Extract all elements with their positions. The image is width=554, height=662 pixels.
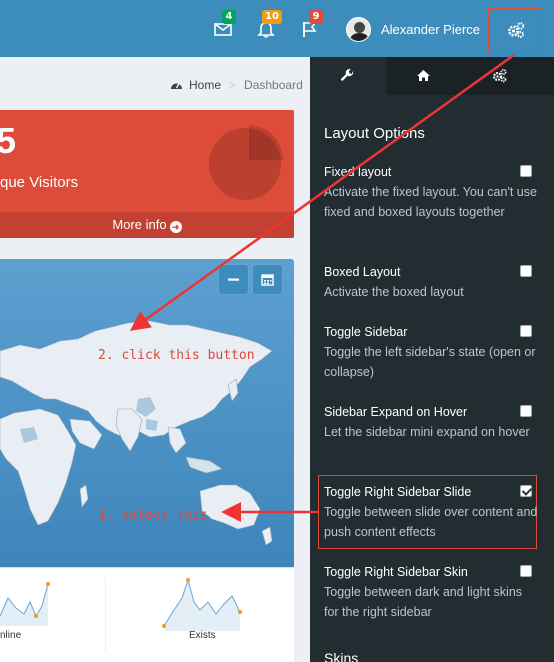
control-sidebar-toggle-button[interactable]	[488, 8, 542, 54]
option-right-sidebar-skin: Toggle Right Sidebar Skin Toggle between…	[324, 564, 539, 622]
option-boxed-layout: Boxed Layout Activate the boxed layout	[324, 264, 539, 302]
messages-badge: 4	[222, 10, 236, 24]
control-sidebar-tabs	[310, 57, 554, 95]
user-menu[interactable]: Alexander Pierce	[346, 16, 480, 42]
more-info-label: More info	[112, 217, 167, 232]
notifications-badge: 10	[262, 10, 282, 24]
option-description: Activate the boxed layout	[324, 285, 464, 299]
tab-options[interactable]	[310, 57, 386, 95]
visitors-count: 5	[0, 120, 17, 161]
option-description: Toggle between dark and light skins for …	[324, 585, 523, 619]
option-label: Fixed layout	[324, 165, 392, 179]
option-description: Toggle the left sidebar's state (open or…	[324, 345, 536, 379]
annotation-step1: 1. select this	[98, 508, 208, 523]
skins-heading: Skins	[324, 650, 359, 662]
fixed-layout-checkbox[interactable]	[520, 165, 532, 177]
sparkline-divider	[105, 578, 106, 653]
arrow-circle-right-icon: ➜	[169, 221, 182, 233]
toggle-sidebar-checkbox[interactable]	[520, 325, 532, 337]
boxed-layout-checkbox[interactable]	[520, 265, 532, 277]
breadcrumb-home-link[interactable]: Home	[189, 78, 221, 92]
layout-options-heading: Layout Options	[324, 125, 425, 142]
option-toggle-sidebar: Toggle Sidebar Toggle the left sidebar's…	[324, 324, 539, 382]
breadcrumb-current: Dashboard	[244, 78, 303, 92]
option-description: Toggle between slide over content and pu…	[324, 505, 538, 539]
online-sparkline	[0, 582, 50, 626]
sidebar-expand-hover-checkbox[interactable]	[520, 405, 532, 417]
option-label: Toggle Right Sidebar Skin	[324, 565, 468, 579]
right-sidebar-skin-checkbox[interactable]	[520, 565, 532, 577]
control-sidebar: Layout Options Fixed layout Activate the…	[310, 57, 554, 662]
notifications-button[interactable]: 10	[254, 10, 282, 42]
breadcrumb: Home > Dashboard	[170, 78, 303, 92]
option-description: Let the sidebar mini expand on hover	[324, 425, 530, 439]
breadcrumb-separator: >	[229, 78, 237, 92]
top-navbar: 4 10 9 Alexander Pierce	[0, 0, 554, 57]
avatar	[346, 16, 371, 42]
calendar-icon	[261, 274, 274, 286]
dashboard-icon	[171, 83, 182, 89]
tasks-button[interactable]: 9	[298, 10, 324, 42]
option-label: Toggle Right Sidebar Slide	[324, 485, 472, 499]
option-right-sidebar-slide: Toggle Right Sidebar Slide Toggle betwee…	[324, 484, 539, 542]
exists-sparkline	[162, 578, 242, 631]
option-label: Toggle Sidebar	[324, 325, 408, 339]
messages-button[interactable]: 4	[211, 10, 237, 42]
user-name: Alexander Pierce	[381, 21, 480, 37]
pie-chart-icon	[209, 125, 283, 200]
minus-icon	[228, 278, 239, 281]
annotation-step2: 2. click this button	[98, 348, 255, 363]
gears-icon	[492, 68, 507, 83]
option-fixed-layout: Fixed layout Activate the fixed layout. …	[324, 164, 539, 222]
sparkline-panel: nline Exists	[0, 567, 294, 662]
option-label: Sidebar Expand on Hover	[324, 405, 468, 419]
option-description: Activate the fixed layout. You can't use…	[324, 185, 537, 219]
option-label: Boxed Layout	[324, 265, 401, 279]
tab-settings[interactable]	[462, 57, 538, 95]
visitors-label: que Visitors	[0, 174, 79, 191]
unique-visitors-box: 5 que Visitors More info ➜	[0, 110, 294, 238]
right-sidebar-slide-checkbox[interactable]	[520, 485, 532, 497]
collapse-map-button[interactable]	[219, 265, 248, 294]
gears-icon	[508, 22, 525, 38]
exists-caption: Exists	[189, 630, 216, 641]
tab-home[interactable]	[386, 57, 462, 95]
option-sidebar-expand-hover: Sidebar Expand on Hover Let the sidebar …	[324, 404, 539, 442]
tasks-badge: 9	[309, 10, 323, 24]
online-caption: nline	[0, 630, 22, 641]
home-icon	[417, 70, 430, 81]
date-range-button[interactable]	[253, 265, 282, 294]
wrench-icon	[340, 68, 354, 81]
more-info-link[interactable]: More info ➜	[0, 212, 294, 238]
